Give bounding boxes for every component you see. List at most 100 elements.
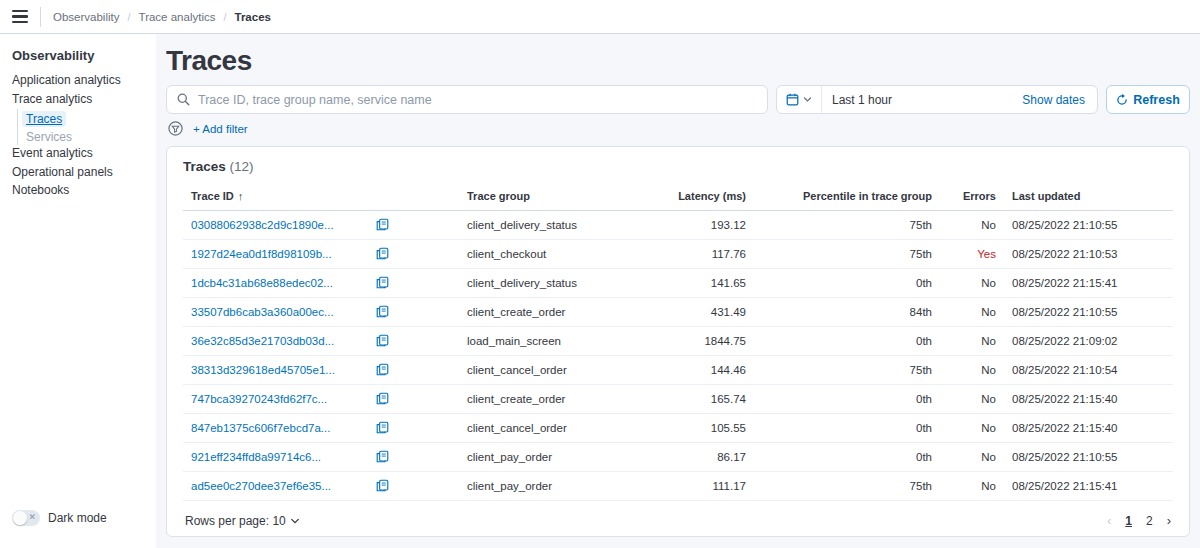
column-header-percentile-in-trace-group[interactable]: Percentile in trace group: [754, 182, 940, 211]
table-row: 36e32c85d3e21703db03d... load_main_screen…: [183, 327, 1173, 356]
copy-icon[interactable]: [376, 247, 389, 260]
sidebar-item-application-analytics[interactable]: Application analytics: [12, 72, 148, 88]
copy-icon[interactable]: [376, 218, 389, 231]
sidebar-item-label: Services: [26, 130, 72, 144]
trace-id-link[interactable]: 03088062938c2d9c1890e...: [191, 219, 334, 231]
search-icon: [177, 93, 190, 106]
errors-cell: No: [940, 385, 1004, 414]
sidebar-title: Observability: [12, 48, 148, 63]
trace-id-link[interactable]: ad5ee0c270dee37ef6e35...: [191, 480, 331, 492]
percentile-cell: 0th: [754, 385, 940, 414]
sidebar-item-label: Traces: [22, 111, 66, 127]
errors-cell: No: [940, 298, 1004, 327]
breadcrumb-item[interactable]: Observability: [53, 11, 119, 23]
chevron-down-icon: [290, 516, 300, 526]
copy-icon[interactable]: [376, 276, 389, 289]
errors-cell: No: [940, 414, 1004, 443]
latency-cell: 86.17: [649, 443, 754, 472]
calendar-button[interactable]: [777, 86, 822, 113]
filter-icon[interactable]: [168, 121, 183, 136]
trace-group-cell: client_cancel_order: [459, 356, 649, 385]
rows-per-page-select[interactable]: Rows per page: 10: [185, 514, 300, 528]
copy-icon[interactable]: [376, 479, 389, 492]
sidebar-item-event-analytics[interactable]: Event analytics: [12, 145, 148, 161]
percentile-cell: 75th: [754, 211, 940, 240]
trace-id-link[interactable]: 33507db6cab3a360a00ec...: [191, 306, 334, 318]
sidebar-item-trace-analytics[interactable]: Trace analytics: [12, 91, 148, 107]
percentile-cell: 75th: [754, 240, 940, 269]
chevron-down-icon: [803, 95, 812, 104]
top-header-bar: Observability/Trace analytics/Traces: [0, 0, 1200, 34]
percentile-cell: 75th: [754, 356, 940, 385]
search-box[interactable]: [166, 85, 768, 114]
trace-id-link[interactable]: 921eff234ffd8a99714c6...: [191, 451, 321, 463]
sidebar-item-services[interactable]: Services: [17, 128, 148, 145]
refresh-button[interactable]: Refresh: [1106, 85, 1190, 114]
trace-group-cell: client_cancel_order: [459, 414, 649, 443]
copy-icon[interactable]: [376, 305, 389, 318]
table-row: 921eff234ffd8a99714c6... client_pay_order…: [183, 443, 1173, 472]
trace-id-link[interactable]: 847eb1375c606f7ebcd7a...: [191, 422, 330, 434]
copy-icon[interactable]: [376, 392, 389, 405]
copy-icon[interactable]: [376, 363, 389, 376]
last-updated-cell: 08/25/2022 21:10:53: [1004, 240, 1173, 269]
column-header-trace-id[interactable]: Trace ID↑: [183, 182, 459, 211]
table-row: 03088062938c2d9c1890e...client_delivery_…: [183, 211, 1173, 240]
panel-title: Traces (12): [183, 159, 1173, 174]
sidebar-item-traces[interactable]: Traces: [17, 109, 148, 128]
column-header-errors[interactable]: Errors: [940, 182, 1004, 211]
percentile-cell: 0th: [754, 443, 940, 472]
latency-cell: 105.55: [649, 414, 754, 443]
prev-page-button[interactable]: ‹: [1107, 513, 1111, 528]
traces-panel: Traces (12) Trace ID↑Trace groupLatency …: [166, 146, 1190, 537]
breadcrumb-separator: /: [127, 11, 130, 23]
errors-cell: No: [940, 443, 1004, 472]
trace-id-link[interactable]: 1927d24ea0d1f8d98109b...: [191, 248, 332, 260]
trace-group-cell: client_create_order: [459, 298, 649, 327]
sidebar-nav: Application analytics Trace analytics Trac…: [12, 72, 148, 198]
percentile-cell: 0th: [754, 269, 940, 298]
show-dates-link[interactable]: Show dates: [1022, 93, 1097, 107]
sidebar-item-label: Operational panels: [12, 165, 113, 179]
dark-mode-label: Dark mode: [48, 511, 107, 525]
percentile-cell: 0th: [754, 327, 940, 356]
traces-table: Trace ID↑Trace groupLatency (ms)Percenti…: [183, 182, 1173, 501]
latency-cell: 431.49: [649, 298, 754, 327]
copy-icon[interactable]: [376, 450, 389, 463]
menu-icon[interactable]: [12, 10, 28, 23]
trace-group-cell: client_pay_order: [459, 443, 649, 472]
latency-cell: 141.65: [649, 269, 754, 298]
column-header-last-updated[interactable]: Last updated: [1004, 182, 1173, 211]
last-updated-cell: 08/25/2022 21:15:40: [1004, 385, 1173, 414]
column-header-latency-ms-[interactable]: Latency (ms): [649, 182, 754, 211]
trace-id-link[interactable]: 36e32c85d3e21703db03d...: [191, 335, 334, 347]
dark-mode-control: ✕ Dark mode: [12, 510, 107, 526]
trace-id-link[interactable]: 747bca39270243fd62f7c...: [191, 393, 327, 405]
sidebar-item-label: Notebooks: [12, 183, 69, 197]
time-range-value[interactable]: Last 1 hour: [822, 93, 1022, 107]
page-number-1[interactable]: 1: [1125, 514, 1132, 528]
copy-icon[interactable]: [376, 334, 389, 347]
breadcrumb-separator: /: [223, 11, 226, 23]
header-divider: [40, 7, 41, 27]
last-updated-cell: 08/25/2022 21:15:41: [1004, 269, 1173, 298]
add-filter-link[interactable]: + Add filter: [193, 123, 248, 135]
column-header-trace-group[interactable]: Trace group: [459, 182, 649, 211]
sidebar-item-operational-panels[interactable]: Operational panels: [12, 164, 148, 180]
latency-cell: 165.74: [649, 385, 754, 414]
copy-icon[interactable]: [376, 421, 389, 434]
trace-id-link[interactable]: 38313d329618ed45705e1...: [191, 364, 335, 376]
last-updated-cell: 08/25/2022 21:15:40: [1004, 414, 1173, 443]
next-page-button[interactable]: ›: [1167, 513, 1171, 528]
latency-cell: 1844.75: [649, 327, 754, 356]
dark-mode-toggle[interactable]: ✕: [12, 510, 40, 526]
sidebar-item-notebooks[interactable]: Notebooks: [12, 182, 148, 198]
breadcrumb-item[interactable]: Trace analytics: [139, 11, 216, 23]
table-row: 33507db6cab3a360a00ec... client_create_or…: [183, 298, 1173, 327]
trace-id-link[interactable]: 1dcb4c31ab68e88edec02...: [191, 277, 333, 289]
refresh-icon: [1116, 94, 1128, 106]
table-row: 1927d24ea0d1f8d98109b...client_checkout1…: [183, 240, 1173, 269]
search-input[interactable]: [198, 93, 757, 107]
page-number-2[interactable]: 2: [1146, 514, 1153, 528]
trace-group-cell: load_main_screen: [459, 327, 649, 356]
